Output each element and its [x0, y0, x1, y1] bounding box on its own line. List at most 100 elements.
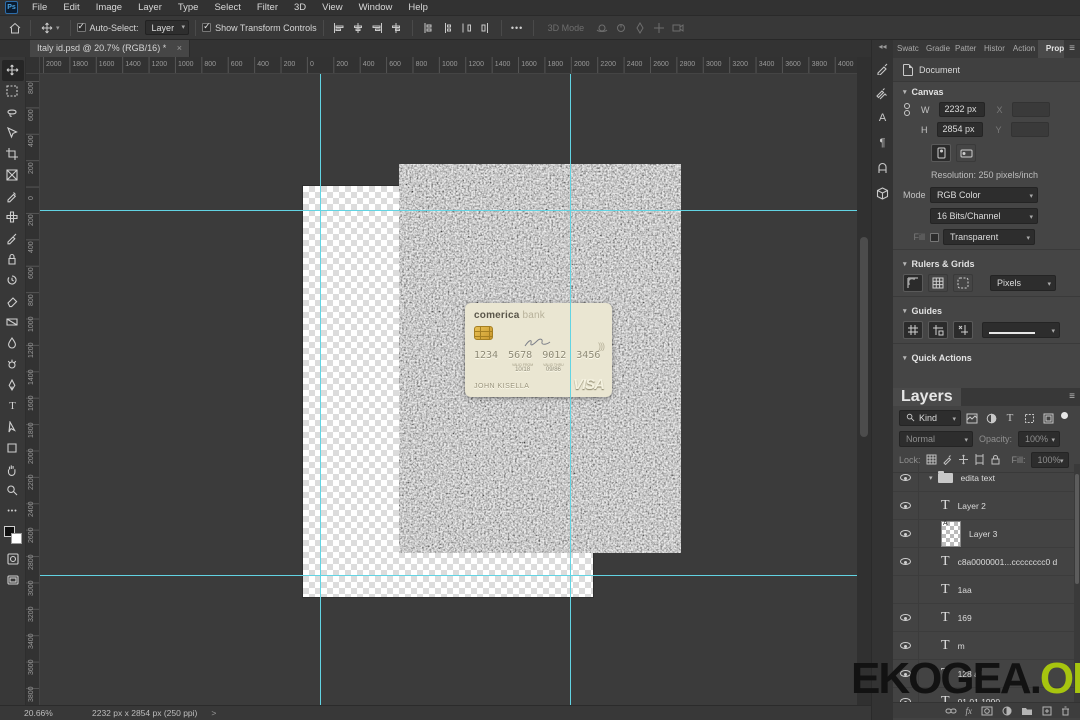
expand-panels-icon[interactable]: ◂◂: [878, 42, 886, 51]
layer-effects-icon[interactable]: fx: [966, 706, 973, 716]
menu-layer[interactable]: Layer: [130, 0, 170, 16]
auto-select-checkbox[interactable]: [76, 21, 86, 32]
clone-stamp-tool[interactable]: [2, 249, 24, 270]
align-top-icon[interactable]: [388, 20, 405, 35]
brushes-panel-icon[interactable]: [873, 57, 893, 79]
lasso-tool[interactable]: [2, 102, 24, 123]
layer-thumbnail[interactable]: T: [941, 498, 950, 514]
layer-visibility-toggle[interactable]: [893, 492, 919, 519]
rulers-toggle-icon[interactable]: [903, 274, 923, 292]
link-dimensions-icon[interactable]: [903, 103, 911, 116]
menu-select[interactable]: Select: [206, 0, 248, 16]
align-left-icon[interactable]: [331, 20, 348, 35]
distribute-h-right-icon[interactable]: [477, 20, 494, 35]
vertical-ruler[interactable]: 800 600 400 200 0 200 400 600 800 1000 1200 1400 160…: [26, 74, 40, 705]
layer-row[interactable]: Layer 3: [893, 520, 1074, 548]
layer-thumbnail[interactable]: T: [941, 582, 950, 598]
layer-row[interactable]: T 169: [893, 604, 1074, 632]
eraser-tool[interactable]: [2, 291, 24, 312]
home-icon[interactable]: [6, 20, 23, 35]
menu-image[interactable]: Image: [88, 0, 130, 16]
layer-name[interactable]: Layer 2: [958, 501, 986, 511]
canvas-viewport[interactable]: comerica bank ))) 1234 5678 9012 3456 VALID…: [40, 74, 857, 705]
guides-toggle-icon[interactable]: [903, 321, 923, 339]
layer-filter-toggle[interactable]: [1061, 411, 1068, 419]
guides-section-header[interactable]: ▾ Guides: [893, 301, 1080, 321]
screen-mode-button[interactable]: [2, 569, 24, 590]
tool-preset-chevron[interactable]: ▾: [56, 24, 60, 32]
menu-file[interactable]: File: [24, 0, 55, 16]
fill-dropdown[interactable]: Transparent: [943, 229, 1035, 246]
gradient-tool[interactable]: [2, 312, 24, 333]
opacity-field[interactable]: 100%: [1018, 431, 1061, 448]
brush-settings-panel-icon[interactable]: [873, 82, 893, 104]
marquee-tool[interactable]: [2, 81, 24, 102]
zoom-level-field[interactable]: 20.66%: [24, 708, 64, 718]
vertical-guide[interactable]: [570, 74, 571, 705]
height-field[interactable]: 2854 px: [936, 122, 983, 137]
object-selection-tool[interactable]: [2, 123, 24, 144]
status-chevron-icon[interactable]: >: [211, 708, 216, 718]
zoom-tool[interactable]: [2, 480, 24, 501]
healing-brush-tool[interactable]: [2, 207, 24, 228]
layer-thumbnail[interactable]: T: [941, 638, 950, 654]
brush-tool[interactable]: [2, 228, 24, 249]
menu-view[interactable]: View: [314, 0, 350, 16]
align-center-h-icon[interactable]: [350, 20, 367, 35]
distribute-v-center-icon[interactable]: [439, 20, 456, 35]
color-swatches[interactable]: [3, 526, 22, 544]
glyphs-panel-icon[interactable]: [873, 157, 893, 179]
layer-visibility-toggle[interactable]: [893, 548, 919, 575]
layer-row[interactable]: ▾ edita text: [893, 464, 1074, 492]
move-tool-icon[interactable]: [38, 20, 55, 35]
background-color[interactable]: [10, 533, 22, 544]
link-layers-icon[interactable]: [945, 706, 957, 716]
canvas-scrollbar[interactable]: [857, 57, 871, 705]
show-transform-checkbox[interactable]: [202, 21, 212, 32]
adjustment-layer-icon[interactable]: [1002, 705, 1012, 716]
filter-pixel-layers-icon[interactable]: [964, 411, 980, 425]
snap-toggle-icon[interactable]: [953, 274, 973, 292]
layer-row[interactable]: T 1aa: [893, 576, 1074, 604]
layer-name[interactable]: m: [958, 641, 965, 651]
photoshop-logo-icon[interactable]: Ps: [5, 1, 18, 14]
ruler-corner[interactable]: [26, 57, 40, 74]
layer-filter-kind-dropdown[interactable]: Kind: [899, 410, 961, 427]
tab-layers[interactable]: Layers: [893, 388, 961, 406]
rulers-grids-section-header[interactable]: ▾ Rulers & Grids: [893, 254, 1080, 274]
canvas-section-header[interactable]: ▾ Canvas: [893, 82, 1080, 102]
eyedropper-tool[interactable]: [2, 186, 24, 207]
layer-thumbnail[interactable]: ▾: [929, 470, 953, 483]
crop-tool[interactable]: [2, 144, 24, 165]
menu-filter[interactable]: Filter: [249, 0, 286, 16]
blend-mode-dropdown[interactable]: Normal: [899, 431, 973, 448]
menu-edit[interactable]: Edit: [55, 0, 87, 16]
new-group-icon[interactable]: [1021, 706, 1033, 716]
filter-type-layers-icon[interactable]: T: [1002, 411, 1018, 425]
distribute-h-center-icon[interactable]: [458, 20, 475, 35]
dodge-tool[interactable]: [2, 354, 24, 375]
layers-panel-menu-icon[interactable]: ≡: [1064, 388, 1080, 406]
layer-name[interactable]: 169: [958, 613, 972, 623]
width-field[interactable]: 2232 px: [938, 102, 985, 117]
tab-properties[interactable]: Properties: [1037, 40, 1065, 58]
color-mode-dropdown[interactable]: RGB Color: [930, 187, 1038, 204]
filter-shape-layers-icon[interactable]: [1021, 411, 1037, 425]
guide-style-dropdown[interactable]: [982, 322, 1060, 339]
layer-name[interactable]: c8a0000001...cccccccc0 d: [958, 557, 1058, 567]
close-tab-icon[interactable]: ×: [177, 43, 182, 53]
new-layer-icon[interactable]: [1042, 706, 1052, 716]
more-options-icon[interactable]: •••: [509, 20, 526, 35]
layer-row[interactable]: T c8a0000001...cccccccc0 d: [893, 548, 1074, 576]
layer-thumbnail[interactable]: T: [941, 610, 950, 626]
horizontal-guide[interactable]: [40, 210, 857, 211]
menu-help[interactable]: Help: [400, 0, 436, 16]
tab-histor[interactable]: Histor: [980, 40, 1009, 58]
frame-tool[interactable]: [2, 165, 24, 186]
pen-tool[interactable]: [2, 375, 24, 396]
menu-3d[interactable]: 3D: [286, 0, 314, 16]
fill-checkbox[interactable]: [930, 232, 939, 242]
units-dropdown[interactable]: Pixels: [990, 275, 1056, 292]
layer-mask-icon[interactable]: [981, 706, 993, 716]
delete-layer-icon[interactable]: [1061, 706, 1070, 716]
